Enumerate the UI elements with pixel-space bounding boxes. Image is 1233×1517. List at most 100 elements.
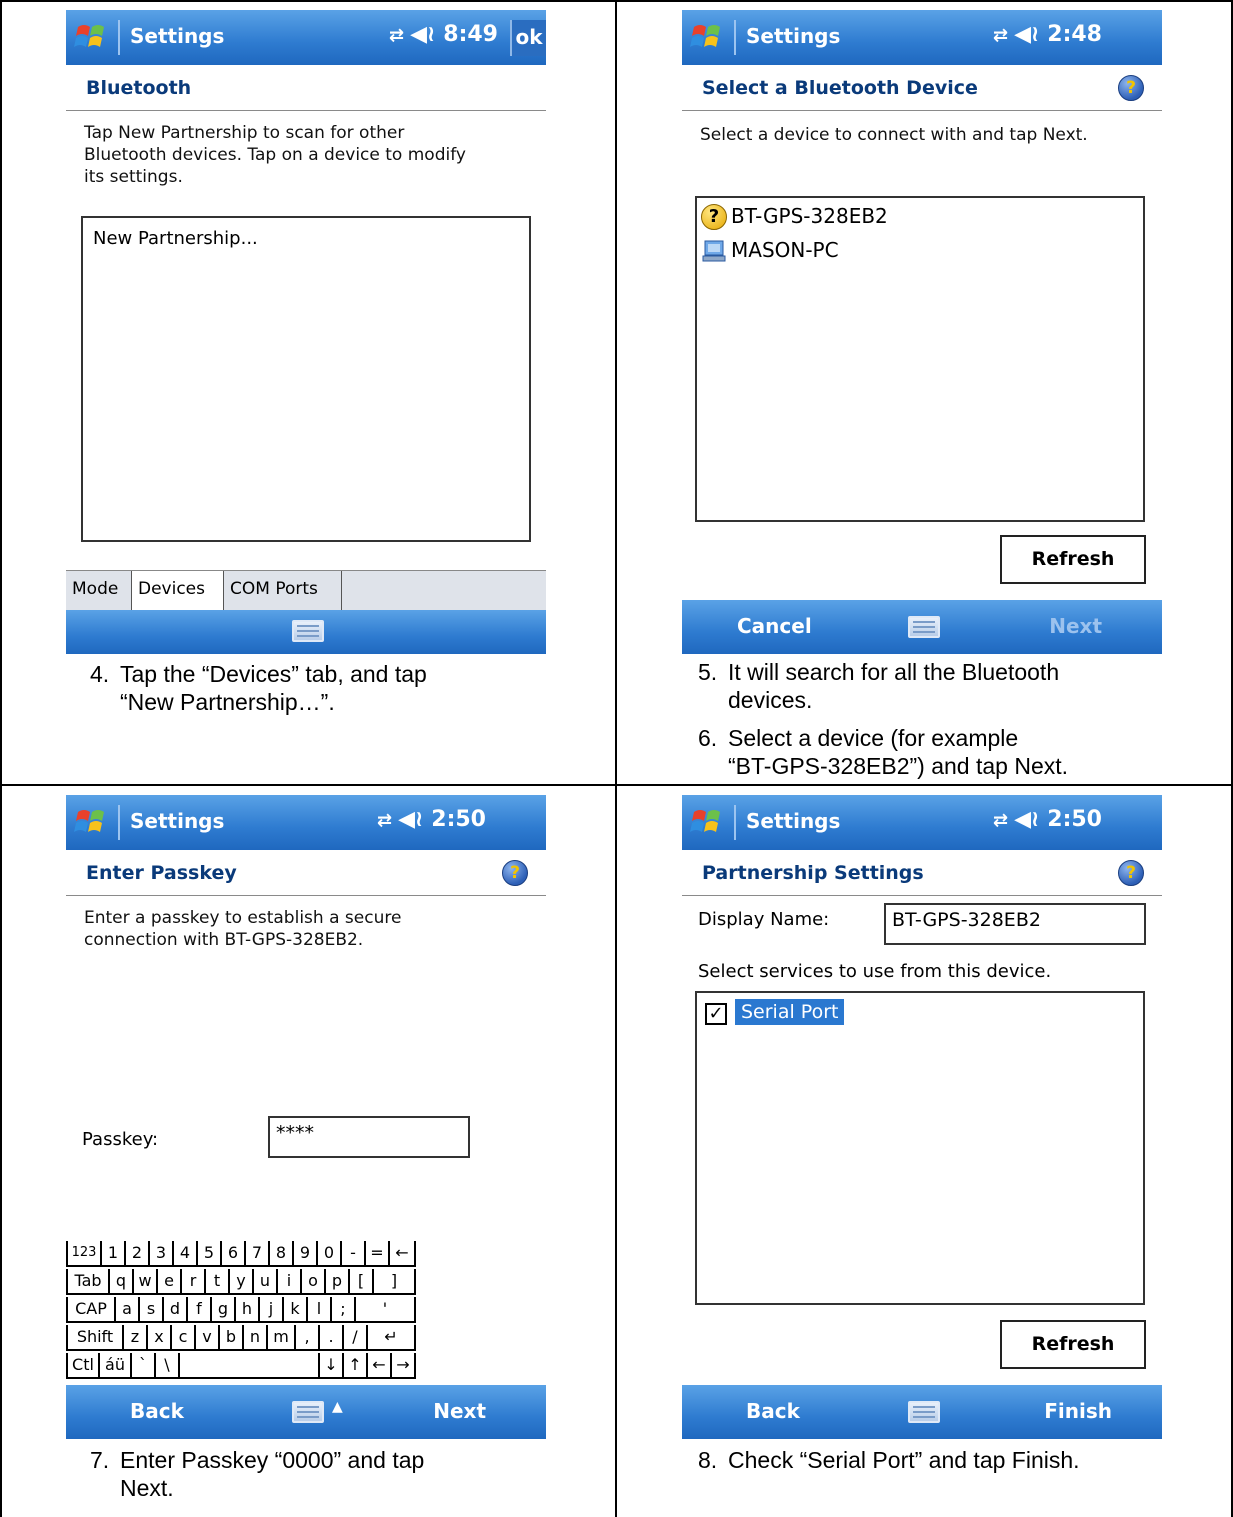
- keyboard-icon[interactable]: [292, 620, 324, 642]
- status-area[interactable]: ⇄ ◀≀ 2:48: [993, 22, 1102, 47]
- key[interactable]: 5: [196, 1241, 220, 1267]
- up-arrow-key[interactable]: ↑: [342, 1353, 366, 1379]
- key-accent[interactable]: áü: [98, 1353, 130, 1379]
- cancel-button[interactable]: Cancel: [737, 614, 812, 638]
- key[interactable]: j: [258, 1297, 282, 1323]
- key-ctrl[interactable]: Ctl: [66, 1353, 98, 1379]
- windows-start-icon[interactable]: [74, 804, 110, 840]
- device-list[interactable]: New Partnership...: [81, 216, 531, 542]
- services-list[interactable]: ✓ Serial Port: [695, 991, 1145, 1305]
- key[interactable]: 2: [124, 1241, 148, 1267]
- tab-devices[interactable]: Devices: [132, 571, 224, 611]
- soft-keyboard[interactable]: 123 1 2 3 4 5 6 7 8 9 0 - = ← Tab q w e …: [66, 1241, 546, 1387]
- key[interactable]: e: [156, 1269, 180, 1295]
- next-button[interactable]: Next: [433, 1399, 486, 1423]
- space-key[interactable]: [178, 1353, 318, 1379]
- next-button[interactable]: Next: [1049, 614, 1102, 638]
- down-arrow-key[interactable]: ↓: [318, 1353, 342, 1379]
- key[interactable]: =: [364, 1241, 388, 1267]
- keyboard-icon[interactable]: [908, 616, 940, 638]
- refresh-button[interactable]: Refresh: [1000, 535, 1146, 584]
- key[interactable]: b: [218, 1325, 242, 1351]
- key[interactable]: g: [210, 1297, 234, 1323]
- key[interactable]: [: [348, 1269, 372, 1295]
- tab-mode[interactable]: Mode: [66, 571, 132, 611]
- windows-start-icon[interactable]: [74, 19, 110, 55]
- key[interactable]: n: [242, 1325, 266, 1351]
- key[interactable]: h: [234, 1297, 258, 1323]
- help-icon[interactable]: ?: [1118, 860, 1144, 886]
- key[interactable]: d: [162, 1297, 186, 1323]
- key[interactable]: k: [282, 1297, 306, 1323]
- key[interactable]: a: [114, 1297, 138, 1323]
- key[interactable]: u: [252, 1269, 276, 1295]
- device-list[interactable]: ? BT-GPS-328EB2 MASON-PC: [695, 196, 1145, 522]
- key[interactable]: s: [138, 1297, 162, 1323]
- windows-start-icon[interactable]: [690, 19, 726, 55]
- key[interactable]: ]: [372, 1269, 416, 1295]
- windows-start-icon[interactable]: [690, 804, 726, 840]
- key[interactable]: ;: [330, 1297, 354, 1323]
- key-shift[interactable]: Shift: [66, 1325, 122, 1351]
- key-123[interactable]: 123: [66, 1241, 100, 1267]
- key[interactable]: v: [194, 1325, 218, 1351]
- key-tab[interactable]: Tab: [66, 1269, 108, 1295]
- refresh-button[interactable]: Refresh: [1000, 1320, 1146, 1369]
- help-icon[interactable]: ?: [502, 860, 528, 886]
- key[interactable]: 3: [148, 1241, 172, 1267]
- key[interactable]: q: [108, 1269, 132, 1295]
- status-area[interactable]: ⇄ ◀≀ 2:50: [377, 807, 486, 832]
- key[interactable]: ,: [294, 1325, 318, 1351]
- key[interactable]: 0: [316, 1241, 340, 1267]
- help-icon[interactable]: ?: [1118, 75, 1144, 101]
- display-name-field[interactable]: BT-GPS-328EB2: [884, 903, 1146, 945]
- backspace-key[interactable]: ←: [388, 1241, 416, 1267]
- chevron-up-icon[interactable]: ▲: [332, 1399, 343, 1415]
- status-area[interactable]: ⇄ ◀≀ 2:50: [993, 807, 1102, 832]
- enter-key[interactable]: ↵: [366, 1325, 416, 1351]
- key-caps[interactable]: CAP: [66, 1297, 114, 1323]
- keyboard-icon[interactable]: [292, 1401, 324, 1423]
- key[interactable]: o: [300, 1269, 324, 1295]
- key[interactable]: x: [146, 1325, 170, 1351]
- key[interactable]: 7: [244, 1241, 268, 1267]
- key[interactable]: f: [186, 1297, 210, 1323]
- serial-port-checkbox[interactable]: ✓: [705, 1003, 727, 1025]
- key[interactable]: t: [204, 1269, 228, 1295]
- key[interactable]: i: [276, 1269, 300, 1295]
- key[interactable]: z: [122, 1325, 146, 1351]
- list-item[interactable]: MASON-PC: [701, 236, 1141, 264]
- key[interactable]: m: [266, 1325, 294, 1351]
- list-item[interactable]: ? BT-GPS-328EB2: [701, 202, 1141, 230]
- description-line: Enter a passkey to establish a secure: [84, 908, 402, 928]
- key[interactable]: -: [340, 1241, 364, 1267]
- back-button[interactable]: Back: [746, 1399, 800, 1423]
- key[interactable]: p: [324, 1269, 348, 1295]
- key[interactable]: /: [342, 1325, 366, 1351]
- key[interactable]: r: [180, 1269, 204, 1295]
- back-button[interactable]: Back: [130, 1399, 184, 1423]
- key[interactable]: y: [228, 1269, 252, 1295]
- status-area[interactable]: ⇄ ◀≀ 8:49: [389, 22, 498, 47]
- new-partnership-item[interactable]: New Partnership...: [93, 228, 258, 249]
- key[interactable]: 8: [268, 1241, 292, 1267]
- left-arrow-key[interactable]: ←: [366, 1353, 390, 1379]
- passkey-field[interactable]: ****: [268, 1116, 470, 1158]
- key[interactable]: ': [354, 1297, 416, 1323]
- key[interactable]: w: [132, 1269, 156, 1295]
- key[interactable]: 9: [292, 1241, 316, 1267]
- key[interactable]: .: [318, 1325, 342, 1351]
- key[interactable]: 6: [220, 1241, 244, 1267]
- key[interactable]: c: [170, 1325, 194, 1351]
- ok-button[interactable]: ok: [510, 20, 546, 56]
- keyboard-icon[interactable]: [908, 1401, 940, 1423]
- serial-port-label[interactable]: Serial Port: [735, 999, 845, 1025]
- right-arrow-key[interactable]: →: [390, 1353, 416, 1379]
- finish-button[interactable]: Finish: [1044, 1399, 1112, 1423]
- key[interactable]: \: [154, 1353, 178, 1379]
- key[interactable]: l: [306, 1297, 330, 1323]
- key[interactable]: 4: [172, 1241, 196, 1267]
- key[interactable]: `: [130, 1353, 154, 1379]
- key[interactable]: 1: [100, 1241, 124, 1267]
- tab-com-ports[interactable]: COM Ports: [224, 571, 342, 611]
